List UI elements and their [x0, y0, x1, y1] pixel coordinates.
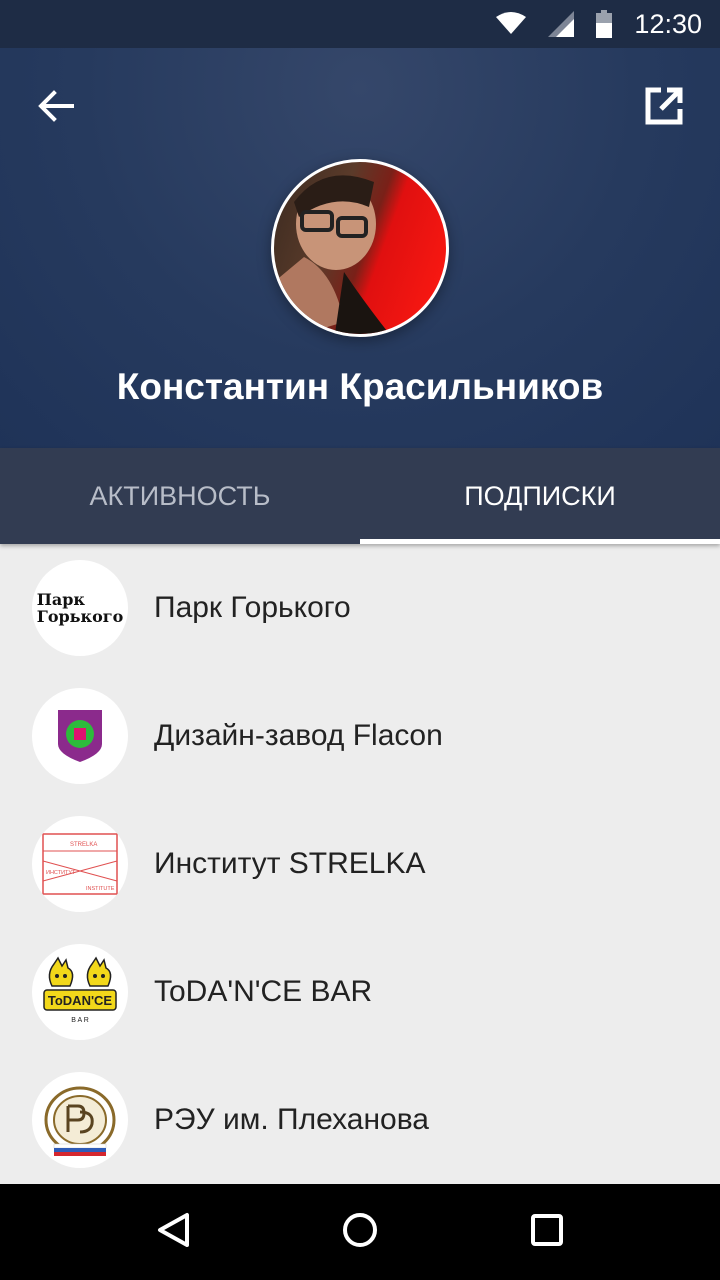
- back-button[interactable]: [28, 80, 84, 136]
- nav-recents-icon: [530, 1213, 564, 1251]
- logo-text: INSTITUTE: [86, 886, 115, 892]
- profile-tabs: АКТИВНОСТЬ ПОДПИСКИ: [0, 448, 720, 544]
- tab-subscriptions[interactable]: ПОДПИСКИ: [360, 448, 720, 544]
- open-external-button[interactable]: [636, 80, 692, 136]
- profile-name: Константин Красильников: [116, 366, 604, 407]
- wifi-icon: [496, 12, 527, 36]
- logo-text: ToDAN'CE: [48, 993, 113, 1008]
- system-nav-bar: [0, 1184, 720, 1280]
- list-item[interactable]: ToDAN'CE B A R ToDA'N'CE BAR: [0, 928, 720, 1056]
- list-item[interactable]: РЭУ им. Плеханова: [0, 1056, 720, 1184]
- flacon-logo: [32, 688, 128, 784]
- tab-activity[interactable]: АКТИВНОСТЬ: [0, 448, 360, 544]
- strelka-logo: STRELKA ИНСТИТУТ INSTITUTE: [32, 816, 128, 912]
- nav-home-icon: [342, 1212, 378, 1252]
- list-item-title: РЭУ им. Плеханова: [154, 1103, 429, 1136]
- logo-text: Горького: [36, 607, 124, 626]
- status-time: 12:30: [634, 8, 702, 39]
- logo-text: Парк: [36, 590, 85, 609]
- list-item[interactable]: Парк Горького Парк Горького: [0, 544, 720, 672]
- arrow-back-icon: [38, 90, 74, 126]
- list-item-title: Дизайн-завод Flacon: [154, 719, 443, 752]
- avatar: [271, 159, 449, 337]
- list-item[interactable]: STRELKA ИНСТИТУТ INSTITUTE Институт STRE…: [0, 800, 720, 928]
- logo-text: B A R: [71, 1017, 89, 1024]
- profile-header: Константин Красильников: [0, 48, 720, 448]
- nav-back-icon: [156, 1212, 190, 1252]
- gorky-park-logo: Парк Горького: [32, 560, 128, 656]
- battery-icon: [596, 10, 613, 38]
- logo-text: ИНСТИТУТ: [46, 870, 76, 876]
- list-item-title: Институт STRELKA: [154, 847, 426, 880]
- todance-bar-logo: ToDAN'CE B A R: [32, 944, 128, 1040]
- open-external-icon: [645, 87, 683, 129]
- signal-icon: [548, 11, 575, 37]
- status-bar: 12:30: [0, 0, 720, 48]
- nav-recents-button[interactable]: [507, 1192, 587, 1272]
- nav-home-button[interactable]: [320, 1192, 400, 1272]
- list-item-title: ToDA'N'CE BAR: [154, 975, 373, 1008]
- reu-plekhanov-logo: [32, 1072, 128, 1168]
- list-item-title: Парк Горького: [154, 591, 351, 624]
- nav-back-button[interactable]: [133, 1192, 213, 1272]
- subscriptions-list: Парк Горького Парк Горького Дизайн-завод…: [0, 544, 720, 1184]
- logo-text: STRELKA: [70, 842, 97, 848]
- list-item[interactable]: Дизайн-завод Flacon: [0, 672, 720, 800]
